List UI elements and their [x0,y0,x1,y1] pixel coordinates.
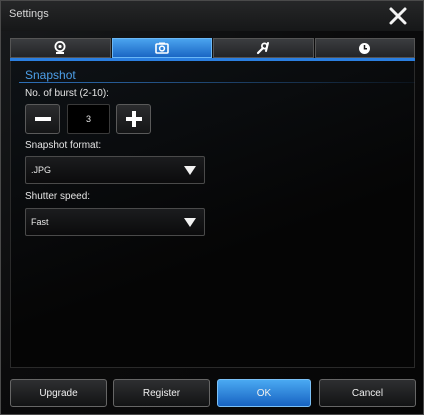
section-divider [19,82,415,83]
cancel-button[interactable]: Cancel [319,379,416,407]
settings-window: Settings Snapshot No. of burst (2-10): 3… [0,0,424,415]
burst-value-field[interactable]: 3 [67,104,110,134]
chevron-down-icon [184,218,196,227]
burst-label: No. of burst (2-10): [25,88,109,99]
register-button[interactable]: Register [113,379,210,407]
chevron-down-icon [184,166,196,175]
clock-icon [359,42,371,54]
format-selected-value: .JPG [31,165,52,175]
camera-icon [154,42,169,54]
ok-button[interactable]: OK [217,379,311,407]
burst-increment-button[interactable] [116,104,151,134]
plus-icon [125,111,142,127]
window-title: Settings [9,8,49,20]
section-title: Snapshot [25,68,76,82]
upgrade-button[interactable]: Upgrade [10,379,107,407]
format-dropdown[interactable]: .JPG [25,156,205,184]
minus-icon [34,117,51,121]
shutter-dropdown[interactable]: Fast [25,208,205,236]
tab-schedule[interactable] [314,38,415,58]
shutter-selected-value: Fast [31,217,49,227]
tab-tools[interactable] [213,38,314,58]
title-bar: Settings [1,1,423,31]
close-icon[interactable] [387,5,409,27]
shutter-label: Shutter speed: [25,191,91,202]
burst-decrement-button[interactable] [25,104,60,134]
tab-webcam[interactable] [10,38,111,58]
webcam-icon [54,41,66,54]
format-label: Snapshot format: [25,140,102,151]
tab-snapshot[interactable] [111,38,212,58]
settings-tabs [10,38,415,58]
tools-icon [257,42,270,55]
